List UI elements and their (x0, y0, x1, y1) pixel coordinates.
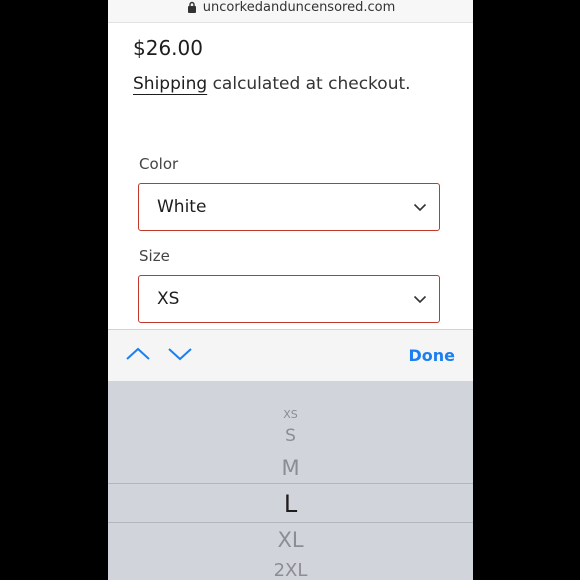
picker-option-m[interactable]: M (108, 458, 473, 479)
picker-option-s[interactable]: S (108, 428, 473, 445)
url-text: uncorkedanduncensored.com (202, 0, 396, 15)
size-label: Size (139, 247, 170, 265)
keyboard-accessory-bar: Done (108, 329, 473, 382)
browser-address-bar[interactable]: uncorkedanduncensored.com (108, 0, 473, 23)
phone-screen: uncorkedanduncensored.com $26.00 Shippin… (108, 0, 473, 580)
next-field-arrow-icon[interactable] (167, 347, 193, 361)
picker-option-xs[interactable]: XS (108, 409, 473, 420)
chevron-down-icon (413, 203, 427, 211)
shipping-note: Shipping calculated at checkout. (133, 74, 411, 94)
picker-selection-bottom-line (108, 522, 473, 523)
picker-option-l[interactable]: L (108, 492, 473, 516)
size-select[interactable]: XS (138, 275, 440, 323)
product-price: $26.00 (133, 36, 203, 60)
done-button[interactable]: Done (408, 346, 455, 365)
size-select-value: XS (157, 289, 180, 309)
color-select-value: White (157, 197, 207, 217)
picker-option-xl[interactable]: XL (108, 530, 473, 551)
picker-selection-top-line (108, 483, 473, 484)
size-picker-wheel[interactable]: XS S M L XL 2XL (108, 381, 473, 580)
shipping-link[interactable]: Shipping (133, 74, 207, 94)
chevron-down-icon (413, 295, 427, 303)
color-label: Color (139, 155, 179, 173)
shipping-text: calculated at checkout. (207, 74, 411, 94)
lock-icon (187, 1, 196, 13)
color-select[interactable]: White (138, 183, 440, 231)
previous-field-arrow-icon[interactable] (125, 347, 151, 361)
picker-option-2xl[interactable]: 2XL (108, 562, 473, 580)
